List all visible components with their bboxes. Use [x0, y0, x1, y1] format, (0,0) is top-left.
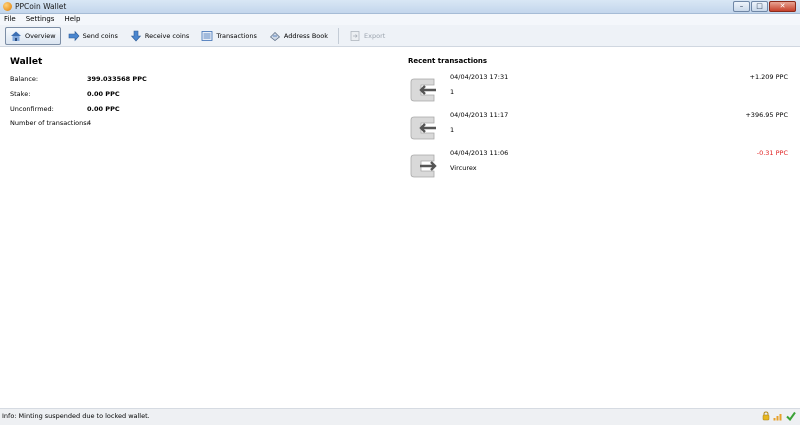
transaction-date: 04/04/2013 11:06: [450, 149, 509, 157]
transaction-address: 1: [450, 126, 455, 134]
export-label: Export: [364, 31, 386, 40]
home-icon: [11, 31, 21, 41]
receive-coins-label: Receive coins: [144, 31, 190, 40]
menu-bar: File Settings Help: [0, 14, 800, 25]
transaction-count-label: Number of transactions:: [10, 119, 89, 127]
outgoing-transaction-icon: [410, 154, 437, 178]
status-bar: Info: Minting suspended due to locked wa…: [0, 408, 800, 425]
status-icons: [762, 411, 796, 421]
transactions-label: Transactions: [216, 31, 257, 40]
ppcoin-app-icon: [3, 2, 12, 11]
send-coins-button[interactable]: Send coins: [63, 27, 123, 45]
receive-arrow-icon: [130, 30, 142, 41]
transaction-date: 04/04/2013 11:17: [450, 111, 509, 119]
incoming-transaction-icon: [410, 78, 436, 102]
menu-help[interactable]: Help: [64, 14, 80, 25]
address-book-icon: [269, 31, 280, 41]
status-message: Info: Minting suspended due to locked wa…: [2, 412, 150, 420]
transaction-item[interactable]: 04/04/2013 17:31 1 +1.209 PPC: [408, 72, 790, 106]
maximize-button[interactable]: □: [751, 1, 768, 12]
wallet-heading: Wallet: [10, 57, 43, 67]
menu-settings[interactable]: Settings: [26, 14, 55, 25]
transaction-amount: +1.209 PPC: [749, 73, 789, 81]
close-button[interactable]: ✕: [769, 1, 796, 12]
transaction-item[interactable]: 04/04/2013 11:06 Vircurex -0.31 PPC: [408, 148, 790, 182]
overview-label: Overview: [25, 31, 56, 40]
window-controls: – □ ✕: [733, 1, 796, 12]
title-bar: PPCoin Wallet – □ ✕: [0, 0, 800, 14]
toolbar-separator: [338, 27, 340, 44]
transactions-button[interactable]: Transactions: [196, 27, 262, 45]
transaction-amount: +396.95 PPC: [745, 111, 788, 119]
transaction-address: Vircurex: [450, 164, 477, 172]
export-button[interactable]: Export: [344, 27, 390, 45]
stake-value: 0.00 PPC: [87, 90, 120, 98]
transaction-count-value: 4: [87, 119, 92, 127]
balance-label: Balance:: [10, 75, 39, 83]
window-title: PPCoin Wallet: [15, 2, 67, 11]
main-toolbar: Overview Send coins Receive coins Transa…: [0, 25, 800, 47]
transaction-item[interactable]: 04/04/2013 11:17 1 +396.95 PPC: [408, 110, 790, 144]
unconfirmed-label: Unconfirmed:: [10, 105, 54, 113]
overview-page: Wallet Balance: 399.033568 PPC Stake: 0.…: [0, 47, 800, 408]
stake-label: Stake:: [10, 90, 31, 98]
balance-value: 399.033568 PPC: [87, 75, 147, 83]
menu-file[interactable]: File: [4, 14, 16, 25]
transaction-address: 1: [450, 88, 455, 96]
lock-icon[interactable]: [762, 411, 770, 421]
synced-checkmark-icon[interactable]: [786, 411, 796, 421]
address-book-button[interactable]: Address Book: [264, 27, 333, 45]
list-icon: [201, 30, 213, 41]
transaction-amount: -0.31 PPC: [756, 149, 788, 157]
export-icon: [350, 30, 360, 41]
send-coins-label: Send coins: [82, 31, 118, 40]
send-arrow-icon: [68, 30, 80, 41]
transaction-date: 04/04/2013 17:31: [450, 73, 509, 81]
overview-button[interactable]: Overview: [5, 26, 61, 45]
recent-transactions-heading: Recent transactions: [408, 57, 488, 65]
address-book-label: Address Book: [283, 31, 329, 40]
receive-coins-button[interactable]: Receive coins: [125, 27, 194, 45]
incoming-transaction-icon: [410, 116, 436, 140]
unconfirmed-value: 0.00 PPC: [87, 105, 120, 113]
minimize-button[interactable]: –: [733, 1, 750, 12]
connections-signal-icon[interactable]: [773, 411, 783, 421]
